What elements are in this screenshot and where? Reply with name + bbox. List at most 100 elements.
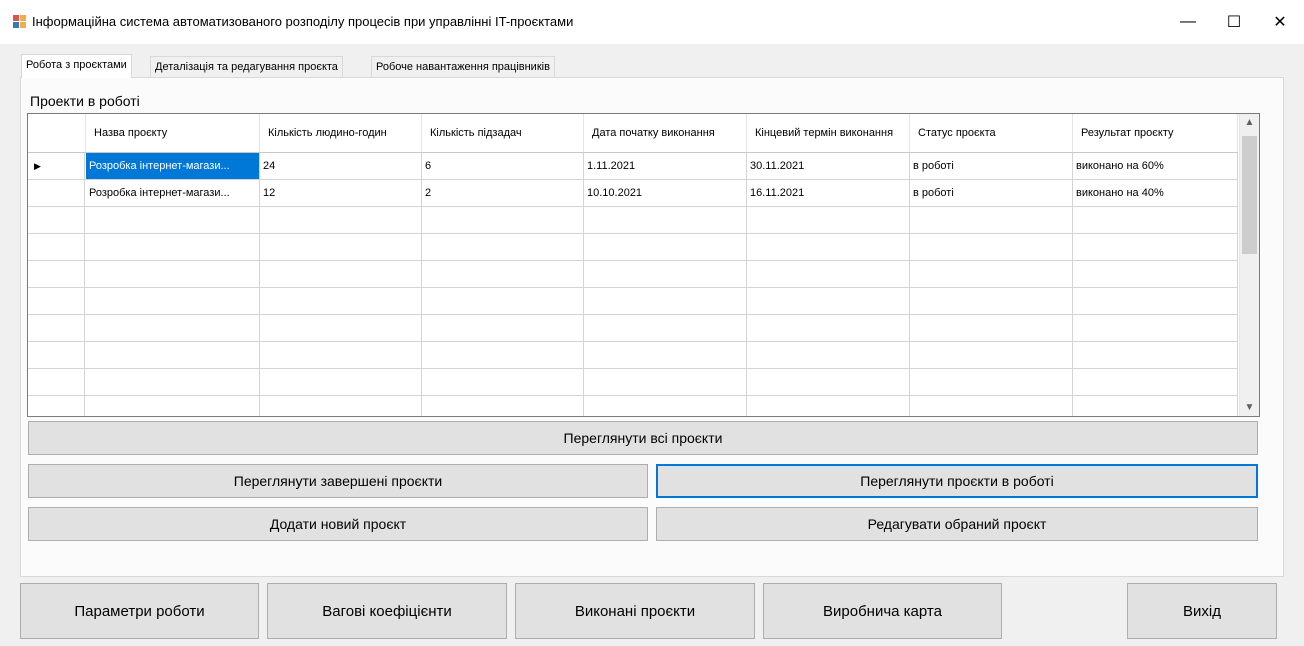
title-bar[interactable]: Інформаційна система автоматизованого ро… — [0, 0, 1304, 44]
empty-cell — [584, 315, 747, 341]
table-cell[interactable]: 24 — [260, 153, 422, 179]
vertical-scrollbar[interactable]: ▲ ▼ — [1239, 114, 1259, 416]
empty-cell — [86, 288, 260, 314]
empty-cell — [86, 207, 260, 233]
table-cell[interactable]: 2 — [422, 180, 584, 206]
row-header — [28, 261, 85, 287]
empty-cell — [86, 342, 260, 368]
row-header — [28, 207, 85, 233]
view-finished-projects-button[interactable]: Переглянути завершені проєкти — [28, 464, 648, 498]
empty-cell — [86, 396, 260, 416]
empty-cell — [422, 234, 584, 260]
maximize-button[interactable]: ☐ — [1211, 0, 1257, 44]
table-cell[interactable]: 6 — [422, 153, 584, 179]
empty-cell — [422, 288, 584, 314]
tab-projects[interactable]: Робота з проєктами — [21, 54, 132, 78]
empty-cell — [747, 261, 910, 287]
row-header — [28, 369, 85, 395]
scroll-down-icon[interactable]: ▼ — [1240, 402, 1259, 413]
row-header — [28, 288, 85, 314]
empty-table-row — [28, 261, 1238, 288]
column-header[interactable]: Кількість підзадач — [422, 114, 584, 152]
column-header[interactable]: Назва проєкту — [86, 114, 260, 152]
empty-cell — [910, 396, 1073, 416]
empty-cell — [910, 261, 1073, 287]
empty-cell — [584, 396, 747, 416]
empty-cell — [910, 369, 1073, 395]
section-label: Проекти в роботі — [30, 93, 140, 109]
empty-cell — [260, 207, 422, 233]
empty-table-row — [28, 342, 1238, 369]
empty-cell — [1073, 261, 1238, 287]
empty-cell — [747, 342, 910, 368]
table-cell[interactable]: 12 — [260, 180, 422, 206]
table-cell[interactable]: 10.10.2021 — [584, 180, 747, 206]
empty-cell — [747, 207, 910, 233]
empty-cell — [1073, 342, 1238, 368]
view-all-projects-button[interactable]: Переглянути всі проєкти — [28, 421, 1258, 455]
add-project-button[interactable]: Додати новий проєкт — [28, 507, 648, 541]
column-header[interactable]: Статус проєкта — [910, 114, 1073, 152]
exit-button[interactable]: Вихід — [1127, 583, 1277, 639]
empty-cell — [1073, 288, 1238, 314]
empty-table-row — [28, 234, 1238, 261]
grid-corner — [28, 114, 86, 152]
table-cell[interactable]: 16.11.2021 — [747, 180, 910, 206]
empty-cell — [422, 342, 584, 368]
table-cell[interactable]: 30.11.2021 — [747, 153, 910, 179]
table-cell[interactable]: в роботі — [910, 180, 1073, 206]
projects-grid[interactable]: Назва проєкту Кількість людино-годин Кіл… — [27, 113, 1260, 417]
empty-cell — [422, 207, 584, 233]
row-header — [28, 315, 85, 341]
weight-coefficients-button[interactable]: Вагові коефіцієнти — [267, 583, 507, 639]
empty-table-row — [28, 288, 1238, 315]
app-icon — [13, 15, 27, 29]
empty-table-row — [28, 315, 1238, 342]
table-cell[interactable]: виконано на 60% — [1073, 153, 1238, 179]
empty-cell — [260, 261, 422, 287]
close-button[interactable]: ✕ — [1257, 0, 1303, 44]
completed-projects-button[interactable]: Виконані проєкти — [515, 583, 755, 639]
table-row[interactable]: Розробка інтернет-магази... 12 2 10.10.2… — [28, 180, 1238, 207]
empty-cell — [584, 288, 747, 314]
table-row[interactable]: ▶ Розробка інтернет-магази... 24 6 1.11.… — [28, 153, 1238, 180]
empty-cell — [422, 369, 584, 395]
column-header[interactable]: Дата початку виконання — [584, 114, 747, 152]
grid-header: Назва проєкту Кількість людино-годин Кіл… — [28, 114, 1238, 153]
empty-cell — [910, 234, 1073, 260]
row-header — [28, 342, 85, 368]
column-header[interactable]: Кінцевий термін виконання — [747, 114, 910, 152]
scrollbar-thumb[interactable] — [1242, 136, 1257, 254]
empty-table-row — [28, 369, 1238, 396]
table-cell[interactable]: Розробка інтернет-магази... — [86, 153, 260, 179]
scroll-up-icon[interactable]: ▲ — [1240, 117, 1259, 128]
empty-cell — [86, 261, 260, 287]
view-in-progress-projects-button[interactable]: Переглянути проєкти в роботі — [656, 464, 1258, 498]
row-header[interactable]: ▶ — [28, 153, 85, 179]
work-parameters-button[interactable]: Параметри роботи — [20, 583, 259, 639]
empty-cell — [260, 342, 422, 368]
table-cell[interactable]: Розробка інтернет-магази... — [86, 180, 260, 206]
row-header — [28, 234, 85, 260]
empty-table-row — [28, 207, 1238, 234]
empty-cell — [747, 369, 910, 395]
table-cell[interactable]: виконано на 40% — [1073, 180, 1238, 206]
table-cell[interactable]: в роботі — [910, 153, 1073, 179]
table-cell[interactable]: 1.11.2021 — [584, 153, 747, 179]
edit-selected-project-button[interactable]: Редагувати обраний проєкт — [656, 507, 1258, 541]
tab-workload[interactable]: Робоче навантаження працівників — [371, 56, 555, 77]
column-header[interactable]: Кількість людино-годин — [260, 114, 422, 152]
production-map-button[interactable]: Виробнича карта — [763, 583, 1002, 639]
row-header[interactable] — [28, 180, 85, 206]
empty-cell — [260, 315, 422, 341]
empty-cell — [747, 396, 910, 416]
empty-cell — [584, 342, 747, 368]
tab-project-details[interactable]: Деталізація та редагування проєкта — [150, 56, 343, 77]
empty-cell — [584, 369, 747, 395]
empty-cell — [747, 288, 910, 314]
empty-cell — [1073, 369, 1238, 395]
empty-cell — [584, 234, 747, 260]
empty-cell — [260, 288, 422, 314]
column-header[interactable]: Результат проєкту — [1073, 114, 1238, 152]
minimize-button[interactable]: — — [1165, 0, 1211, 44]
